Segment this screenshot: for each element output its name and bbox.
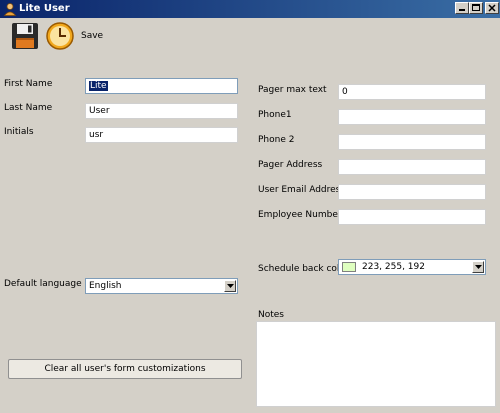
pager-max-text-value: 0 xyxy=(342,87,348,97)
phone1-label: Phone1 xyxy=(258,110,292,120)
initials-label: Initials xyxy=(4,127,34,137)
schedule-back-color-label: Schedule back colo xyxy=(258,264,345,274)
maximize-icon xyxy=(472,4,480,11)
pager-max-text-label: Pager max text xyxy=(258,85,327,95)
first-name-value: Lite xyxy=(89,81,108,91)
color-swatch xyxy=(342,262,356,272)
default-language-value: English xyxy=(89,281,122,291)
phone2-field[interactable] xyxy=(338,134,486,150)
toolbar: Save xyxy=(0,19,108,53)
close-icon xyxy=(488,4,496,12)
phone1-field[interactable] xyxy=(338,109,486,125)
pager-max-text-field[interactable]: 0 xyxy=(338,84,486,100)
schedule-back-color-value: 223, 255, 192 xyxy=(362,262,425,272)
initials-value: usr xyxy=(89,130,104,140)
first-name-field[interactable]: Lite xyxy=(85,78,238,94)
first-name-label: First Name xyxy=(4,79,53,89)
notes-textarea[interactable] xyxy=(256,321,496,407)
default-language-label: Default language xyxy=(4,279,82,289)
initials-field[interactable]: usr xyxy=(85,127,238,143)
chevron-down-icon xyxy=(227,284,234,288)
window-title: Lite User xyxy=(19,3,70,14)
last-name-field[interactable]: User xyxy=(85,103,238,119)
minimize-button[interactable] xyxy=(455,2,469,14)
schedule-back-color-select[interactable]: 223, 255, 192 xyxy=(338,259,486,275)
pager-address-field[interactable] xyxy=(338,159,486,175)
clock-icon[interactable] xyxy=(45,21,75,51)
user-email-label: User Email Address xyxy=(258,185,346,195)
employee-number-field[interactable] xyxy=(338,209,486,225)
default-language-select[interactable]: English xyxy=(85,278,238,294)
title-bar[interactable]: Lite User xyxy=(0,0,500,18)
last-name-label: Last Name xyxy=(4,103,53,113)
user-icon xyxy=(3,3,17,16)
chevron-down-icon xyxy=(475,265,482,269)
close-button[interactable] xyxy=(485,2,499,14)
floppy-disk-icon[interactable] xyxy=(10,21,40,51)
user-email-field[interactable] xyxy=(338,184,486,200)
employee-number-label: Employee Number xyxy=(258,210,342,220)
minimize-icon xyxy=(459,9,465,11)
last-name-value: User xyxy=(89,106,110,116)
phone2-label: Phone 2 xyxy=(258,135,295,145)
dropdown-button[interactable] xyxy=(224,280,236,292)
maximize-button[interactable] xyxy=(469,2,483,14)
pager-address-label: Pager Address xyxy=(258,160,323,170)
save-label[interactable]: Save xyxy=(81,31,103,41)
clear-customizations-button[interactable]: Clear all user's form customizations xyxy=(8,359,242,379)
dropdown-button[interactable] xyxy=(472,261,484,273)
notes-label: Notes xyxy=(258,310,284,320)
